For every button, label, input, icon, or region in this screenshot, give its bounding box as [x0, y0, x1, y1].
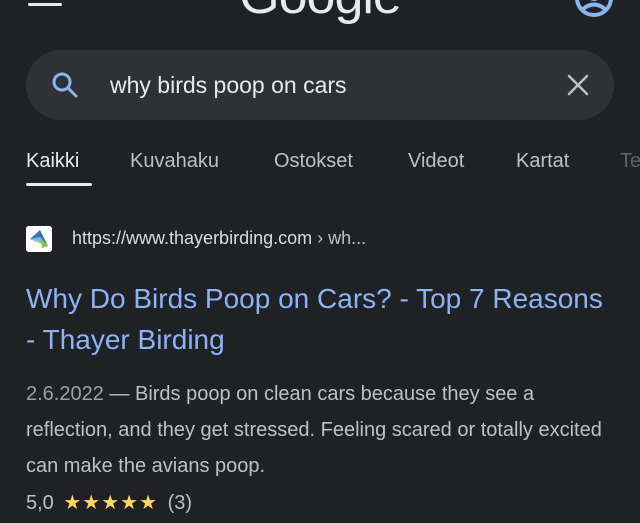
tab-kuvahaku[interactable]: Kuvahaku	[130, 150, 219, 173]
account-icon[interactable]	[574, 0, 614, 18]
google-logo[interactable]: Google	[0, 0, 640, 26]
result-title-link[interactable]: Why Do Birds Poop on Cars? - Top 7 Reaso…	[26, 278, 616, 360]
search-result: https://www.thayerbirding.com › wh... Wh…	[26, 220, 626, 514]
rating-stars: ★★★★★	[63, 492, 159, 514]
review-count: (3)	[167, 492, 193, 514]
search-box[interactable]: why birds poop on cars	[26, 50, 614, 120]
rating-value: 5,0	[26, 492, 54, 514]
search-tabs: Kaikki Kuvahaku Ostokset Videot Kartat T…	[0, 130, 640, 190]
result-date: 2.6.2022	[26, 383, 104, 405]
result-snippet-text: — Birds poop on clean cars because they …	[26, 383, 602, 477]
tab-ostokset[interactable]: Ostokset	[274, 150, 353, 173]
tab-kartat[interactable]: Kartat	[516, 150, 569, 173]
tab-more[interactable]: Te	[620, 150, 640, 173]
active-tab-indicator	[26, 183, 92, 186]
result-url-breadcrumb: › wh...	[312, 228, 367, 248]
result-site-row[interactable]: https://www.thayerbirding.com › wh...	[26, 220, 626, 260]
tab-videot[interactable]: Videot	[408, 150, 464, 173]
close-icon[interactable]	[566, 73, 590, 97]
tab-kaikki[interactable]: Kaikki	[26, 150, 79, 173]
result-rating: 5,0 ★★★★★ (3)	[26, 490, 192, 515]
site-favicon-icon	[26, 226, 52, 252]
result-url-domain: https://www.thayerbirding.com	[72, 228, 313, 248]
top-bar: Google	[0, 0, 640, 30]
search-input[interactable]: why birds poop on cars	[110, 50, 347, 120]
result-snippet: 2.6.2022 — Birds poop on clean cars beca…	[26, 376, 626, 484]
search-icon[interactable]	[50, 70, 80, 100]
result-url[interactable]: https://www.thayerbirding.com › wh...	[72, 228, 366, 249]
